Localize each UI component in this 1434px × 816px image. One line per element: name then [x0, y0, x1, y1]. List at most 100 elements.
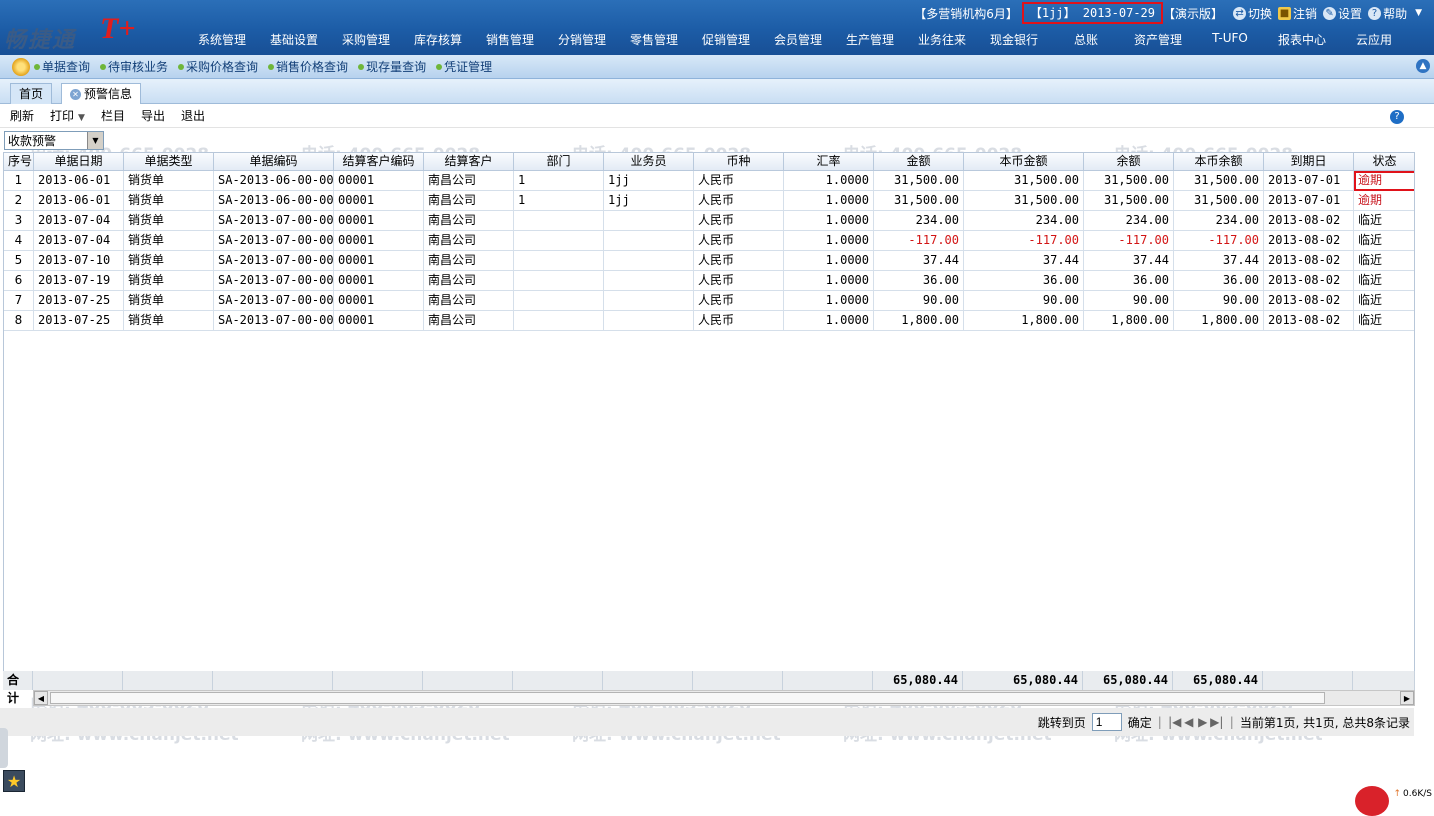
column-header[interactable]: 单据日期	[34, 153, 124, 171]
column-header[interactable]: 余额	[1084, 153, 1174, 171]
main-menu-item[interactable]: 生产管理	[834, 31, 906, 48]
side-panel-handle[interactable]	[0, 728, 8, 768]
last-page-icon[interactable]: ▶|	[1210, 715, 1224, 729]
logout-button[interactable]: ■ 注销	[1278, 5, 1317, 22]
column-header[interactable]: 状态	[1354, 153, 1414, 171]
next-page-icon[interactable]: ▶	[1196, 715, 1210, 729]
column-header[interactable]: 金额	[874, 153, 964, 171]
column-header[interactable]: 币种	[694, 153, 784, 171]
main-menu-item[interactable]: 采购管理	[330, 31, 402, 48]
column-header[interactable]: 单据类型	[124, 153, 214, 171]
table-row[interactable]: 12013-06-01销货单SA-2013-06-00-000300001南昌公…	[4, 171, 1414, 191]
column-header[interactable]: 本币余额	[1174, 153, 1264, 171]
table-cell: -117.00	[874, 231, 964, 251]
column-header[interactable]: 结算客户	[424, 153, 514, 171]
page-help-icon[interactable]: ?	[1390, 110, 1404, 124]
prev-page-icon[interactable]: ◀	[1182, 715, 1196, 729]
chevron-down-icon[interactable]: ▼	[87, 132, 103, 149]
quick-link[interactable]: 现存量查询	[358, 58, 426, 75]
print-label: 打印	[50, 109, 75, 123]
table-cell	[604, 231, 694, 251]
main-menu-item[interactable]: 销售管理	[474, 31, 546, 48]
tab-bar: 首页 ✕ 预警信息	[0, 79, 1434, 104]
columns-button[interactable]: 栏目	[101, 107, 125, 124]
table-cell: 00001	[334, 171, 424, 191]
page-number-input[interactable]	[1091, 713, 1122, 731]
table-cell: 37.44	[964, 251, 1084, 271]
quick-link[interactable]: 销售价格查询	[268, 58, 348, 75]
tab-home[interactable]: 首页	[10, 83, 53, 104]
main-menu-item[interactable]: 促销管理	[690, 31, 762, 48]
column-header[interactable]: 到期日	[1264, 153, 1354, 171]
close-tab-icon[interactable]: ✕	[70, 88, 81, 100]
column-header[interactable]: 汇率	[784, 153, 874, 171]
table-row[interactable]: 32013-07-04销货单SA-2013-07-00-000300001南昌公…	[4, 211, 1414, 231]
table-cell: SA-2013-07-00-0009	[214, 311, 334, 331]
table-cell: 南昌公司	[424, 211, 514, 231]
table-row[interactable]: 52013-07-10销货单SA-2013-07-00-000500001南昌公…	[4, 251, 1414, 271]
table-cell: 5	[4, 251, 34, 271]
main-menu-item[interactable]: 报表中心	[1266, 31, 1338, 48]
top-header: 畅捷通 T+ 【多营销机构6月】 【1jj】 2013-07-29 【演示版】 …	[0, 0, 1434, 55]
favorites-star-icon[interactable]: ★	[3, 770, 25, 792]
export-button[interactable]: 导出	[141, 107, 165, 124]
print-button[interactable]: 打印 ▼	[50, 107, 85, 124]
bullet-icon	[436, 63, 443, 70]
switch-button[interactable]: ⇄ 切换	[1233, 5, 1272, 22]
table-cell: 90.00	[1174, 291, 1264, 311]
tab-warning-info[interactable]: ✕ 预警信息	[61, 83, 142, 104]
table-row[interactable]: 82013-07-25销货单SA-2013-07-00-000900001南昌公…	[4, 311, 1414, 331]
total-empty-cell	[1353, 671, 1415, 690]
column-header[interactable]: 业务员	[604, 153, 694, 171]
table-cell: 31,500.00	[874, 191, 964, 211]
main-menu-item[interactable]: 基础设置	[258, 31, 330, 48]
table-row[interactable]: 42013-07-04销货单SA-2013-07-00-000400001南昌公…	[4, 231, 1414, 251]
main-menu-item[interactable]: 资产管理	[1122, 31, 1194, 48]
table-cell: 2013-06-01	[34, 191, 124, 211]
column-header[interactable]: 部门	[514, 153, 604, 171]
column-header[interactable]: 单据编码	[214, 153, 334, 171]
settings-button[interactable]: ✎ 设置	[1323, 5, 1362, 22]
quick-link[interactable]: 单据查询	[34, 58, 90, 75]
main-menu: 系统管理 基础设置 采购管理 库存核算 销售管理 分销管理 零售管理 促销管理 会员管理 生产管理…	[186, 31, 1410, 48]
table-cell	[514, 251, 604, 271]
main-menu-item[interactable]: T-UFO	[1194, 31, 1266, 48]
table-cell: 1.0000	[784, 251, 874, 271]
help-button[interactable]: ? 帮助 ▼	[1368, 5, 1422, 22]
scroll-left-icon[interactable]: ◀	[34, 691, 48, 705]
scroll-right-icon[interactable]: ▶	[1400, 691, 1414, 705]
table-row[interactable]: 72013-07-25销货单SA-2013-07-00-000800001南昌公…	[4, 291, 1414, 311]
main-menu-item[interactable]: 总账	[1050, 31, 1122, 48]
confirm-button[interactable]: 确定	[1128, 714, 1152, 731]
main-menu-item[interactable]: 云应用	[1338, 31, 1410, 48]
column-header[interactable]: 序号	[4, 153, 34, 171]
table-cell: 人民币	[694, 191, 784, 211]
first-page-icon[interactable]: |◀	[1168, 715, 1182, 729]
quick-link[interactable]: 采购价格查询	[178, 58, 258, 75]
main-menu-item[interactable]: 会员管理	[762, 31, 834, 48]
gear-icon[interactable]	[12, 57, 30, 76]
total-empty-cell	[603, 671, 693, 690]
collapse-up-icon[interactable]: ▲	[1416, 59, 1430, 73]
horizontal-scrollbar[interactable]: ◀ ▶	[33, 690, 1415, 706]
main-menu-item[interactable]: 零售管理	[618, 31, 690, 48]
table-row[interactable]: 62013-07-19销货单SA-2013-07-00-000600001南昌公…	[4, 271, 1414, 291]
main-menu-item[interactable]: 业务往来	[906, 31, 978, 48]
main-menu-item[interactable]: 系统管理	[186, 31, 258, 48]
quick-link[interactable]: 待审核业务	[100, 58, 168, 75]
main-menu-item[interactable]: 分销管理	[546, 31, 618, 48]
refresh-button[interactable]: 刷新	[10, 107, 34, 124]
warning-type-select[interactable]: 收款预警 ▼	[4, 131, 104, 150]
table-row[interactable]: 22013-06-01销货单SA-2013-06-00-000400001南昌公…	[4, 191, 1414, 211]
exit-button[interactable]: 退出	[181, 107, 205, 124]
quick-link[interactable]: 凭证管理	[436, 58, 492, 75]
column-header[interactable]: 结算客户编码	[334, 153, 424, 171]
table-cell: 2013-07-01	[1264, 191, 1354, 211]
table-cell: 90.00	[964, 291, 1084, 311]
main-menu-item[interactable]: 库存核算	[402, 31, 474, 48]
table-cell: 临近	[1354, 231, 1414, 251]
table-cell: 销货单	[124, 311, 214, 331]
column-header[interactable]: 本币金额	[964, 153, 1084, 171]
scrollbar-thumb[interactable]	[50, 692, 1325, 704]
main-menu-item[interactable]: 现金银行	[978, 31, 1050, 48]
